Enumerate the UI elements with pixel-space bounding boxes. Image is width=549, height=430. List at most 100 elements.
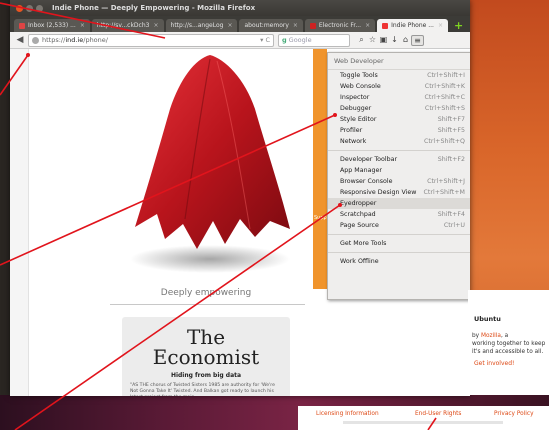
licensing-link[interactable]: Licensing Information xyxy=(316,411,379,417)
tab-indie-phone[interactable]: Indie Phone ... × xyxy=(377,19,448,32)
close-tab-icon[interactable]: × xyxy=(153,22,158,29)
menu-item-shortcut: Ctrl+U xyxy=(443,222,465,229)
menu-separator xyxy=(328,150,470,151)
menu-item-get-more-tools[interactable]: Get More Tools xyxy=(328,238,470,249)
tab-label: Inbox (2,533) ... xyxy=(28,22,76,29)
tab-label: Electronic Fr... xyxy=(318,22,362,29)
tab-sv[interactable]: http://sv...ckDch3 × xyxy=(91,19,164,32)
menu-item-shortcut: Shift+F4 xyxy=(437,211,465,218)
back-icon[interactable]: ◀ xyxy=(14,34,26,46)
magazine-body: "AS THE chorus of Twisted Sisters 1985 a… xyxy=(130,383,275,396)
maximize-window-button[interactable] xyxy=(36,4,43,12)
home-icon[interactable]: ⌂ xyxy=(400,35,411,46)
navigation-bar: ◀ https://ind.ie/phone/ ▾ C g Google ⌕ ☆… xyxy=(10,32,470,49)
firefox-window: Indie Phone — Deeply Empowering - Mozill… xyxy=(10,0,470,396)
google-icon: g xyxy=(282,36,287,44)
menu-item-work-offline[interactable]: Work Offline xyxy=(328,256,470,267)
menu-item-label: Inspector xyxy=(340,94,370,101)
menu-item-label: Developer Toolbar xyxy=(340,156,398,163)
left-sidebar xyxy=(10,49,29,396)
menu-item-scratchpad[interactable]: Scratchpad Shift+F4 xyxy=(328,209,470,220)
menu-item-app-manager[interactable]: App Manager xyxy=(328,165,470,176)
desktop-left-edge xyxy=(0,0,10,430)
menu-item-label: Toggle Tools xyxy=(340,72,378,79)
tab-about-memory[interactable]: about:memory × xyxy=(239,19,303,32)
menu-item-style-editor[interactable]: Style Editor Shift+F7 xyxy=(328,114,470,125)
menu-separator xyxy=(328,252,470,253)
menu-item-shortcut: Shift+F5 xyxy=(437,127,465,134)
close-tab-icon[interactable]: × xyxy=(227,22,232,29)
toolbar-icons: ⌕ ☆ ▣ ↓ ⌂ ≡ xyxy=(356,34,424,46)
menu-item-network[interactable]: Network Ctrl+Shift+Q xyxy=(328,136,470,147)
mozilla-link[interactable]: Mozilla xyxy=(481,333,501,339)
menu-item-shortcut: Ctrl+Shift+Q xyxy=(423,138,465,145)
library-icon[interactable]: ▣ xyxy=(378,35,389,46)
url-path: /phone/ xyxy=(83,36,108,44)
menu-item-browser-console[interactable]: Browser Console Ctrl+Shift+J xyxy=(328,176,470,187)
menu-item-inspector[interactable]: Inspector Ctrl+Shift+C xyxy=(328,92,470,103)
panel-heading: Ubuntu xyxy=(474,315,501,323)
panel-text: by Mozilla, a working together to keep i… xyxy=(472,332,548,356)
page-tagline: Deeply empowering xyxy=(160,288,252,298)
menu-separator xyxy=(328,234,470,235)
menu-item-page-source[interactable]: Page Source Ctrl+U xyxy=(328,220,470,231)
menu-item-label: Network xyxy=(340,138,367,145)
download-icon[interactable]: ↓ xyxy=(389,35,400,46)
magazine-name-line1: The xyxy=(186,325,226,349)
menu-item-label: Work Offline xyxy=(340,258,379,265)
search-icon[interactable]: ⌕ xyxy=(356,35,367,46)
close-tab-icon[interactable]: × xyxy=(438,22,443,29)
new-tab-icon[interactable]: + xyxy=(454,20,463,32)
about-footer: Licensing Information End-User Rights Pr… xyxy=(298,406,549,430)
menu-item-toggle-tools[interactable]: Toggle Tools Ctrl+Shift+I xyxy=(328,70,470,81)
web-developer-menu: Web Developer Toggle Tools Ctrl+Shift+I W… xyxy=(327,52,470,300)
panel-text-line3: it's and accessible to all. xyxy=(472,349,544,355)
magazine-name-line2: Economist xyxy=(152,345,260,369)
support-tab[interactable]: Support xyxy=(313,49,334,289)
menu-item-label: Style Editor xyxy=(340,116,377,123)
menu-item-web-console[interactable]: Web Console Ctrl+Shift+K xyxy=(328,81,470,92)
tab-changelog[interactable]: http://s...angeLog × xyxy=(165,19,238,32)
panel-text-suffix: , a xyxy=(500,333,509,339)
url-host: ind.ie xyxy=(65,36,84,44)
menu-icon[interactable]: ≡ xyxy=(411,34,424,46)
star-icon[interactable]: ☆ xyxy=(367,35,378,46)
draped-phone-image xyxy=(130,55,290,273)
search-field[interactable]: g Google xyxy=(278,33,350,47)
menu-item-shortcut: Ctrl+Shift+I xyxy=(427,72,465,79)
indie-icon xyxy=(382,22,389,29)
close-tab-icon[interactable]: × xyxy=(365,22,370,29)
gmail-icon xyxy=(19,22,25,29)
title-bar: Indie Phone — Deeply Empowering - Mozill… xyxy=(10,0,470,16)
menu-item-label: Eyedropper xyxy=(340,200,377,207)
menu-item-shortcut: Shift+F2 xyxy=(437,156,465,163)
close-tab-icon[interactable]: × xyxy=(80,22,85,29)
eula-link[interactable]: End-User Rights xyxy=(415,411,461,417)
menu-item-shortcut: Ctrl+Shift+M xyxy=(423,189,465,196)
tab-inbox[interactable]: Inbox (2,533) ... × xyxy=(14,19,90,32)
close-window-button[interactable] xyxy=(16,4,23,12)
tab-eff[interactable]: Electronic Fr... × xyxy=(304,19,376,32)
menu-item-label: Web Console xyxy=(340,83,381,90)
menu-item-debugger[interactable]: Debugger Ctrl+Shift+S xyxy=(328,103,470,114)
menu-item-label: Debugger xyxy=(340,105,372,112)
minimize-window-button[interactable] xyxy=(26,4,33,12)
panel-text-prefix: by xyxy=(472,333,481,339)
menu-item-shortcut: Ctrl+Shift+C xyxy=(424,94,465,101)
close-tab-icon[interactable]: × xyxy=(293,22,298,29)
menu-item-eyedropper[interactable]: Eyedropper xyxy=(328,198,470,209)
tab-label: about:memory xyxy=(244,22,289,29)
tab-strip: Inbox (2,533) ... × http://sv...ckDch3 ×… xyxy=(10,16,470,32)
menu-item-responsive-design-view[interactable]: Responsive Design View Ctrl+Shift+M xyxy=(328,187,470,198)
menu-item-shortcut: Ctrl+Shift+S xyxy=(424,105,465,112)
search-placeholder: Google xyxy=(288,36,312,44)
menu-title: Web Developer xyxy=(328,53,470,70)
site-identity-icon[interactable] xyxy=(32,36,39,44)
reload-icon[interactable]: ▾ C xyxy=(260,36,270,44)
get-involved-link[interactable]: Get involved! xyxy=(474,360,514,367)
menu-item-shortcut: Ctrl+Shift+K xyxy=(424,83,465,90)
menu-item-developer-toolbar[interactable]: Developer Toolbar Shift+F2 xyxy=(328,154,470,165)
privacy-link[interactable]: Privacy Policy xyxy=(494,411,534,417)
menu-item-profiler[interactable]: Profiler Shift+F5 xyxy=(328,125,470,136)
url-bar[interactable]: https://ind.ie/phone/ ▾ C xyxy=(28,33,274,47)
